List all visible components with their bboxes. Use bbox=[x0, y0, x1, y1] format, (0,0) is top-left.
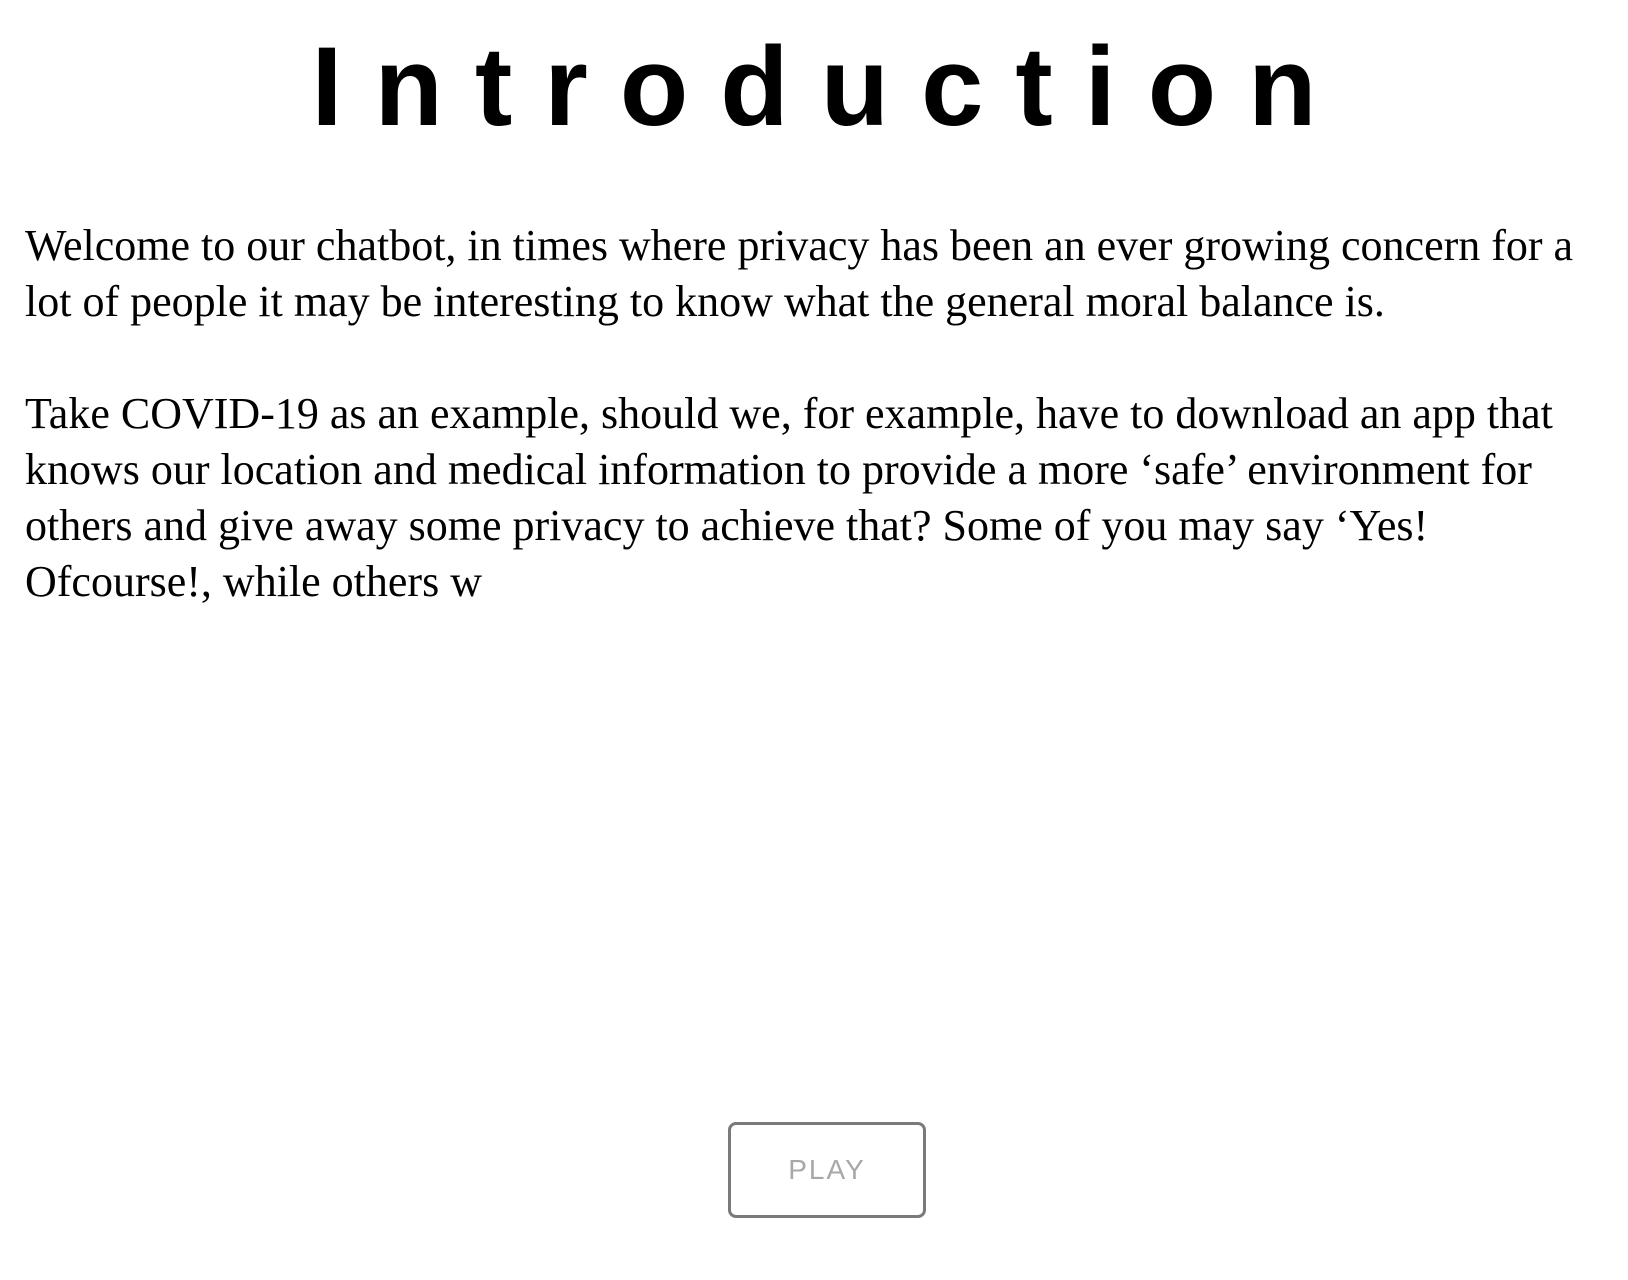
intro-paragraph-1: Welcome to our chatbot, in times where p… bbox=[25, 221, 1574, 326]
intro-paragraph-2: Take COVID-19 as an example, should we, … bbox=[25, 389, 1553, 606]
play-button[interactable]: PLAY bbox=[728, 1122, 926, 1218]
intro-text: Welcome to our chatbot, in times where p… bbox=[25, 218, 1615, 666]
page-title: Introduction bbox=[311, 24, 1349, 149]
